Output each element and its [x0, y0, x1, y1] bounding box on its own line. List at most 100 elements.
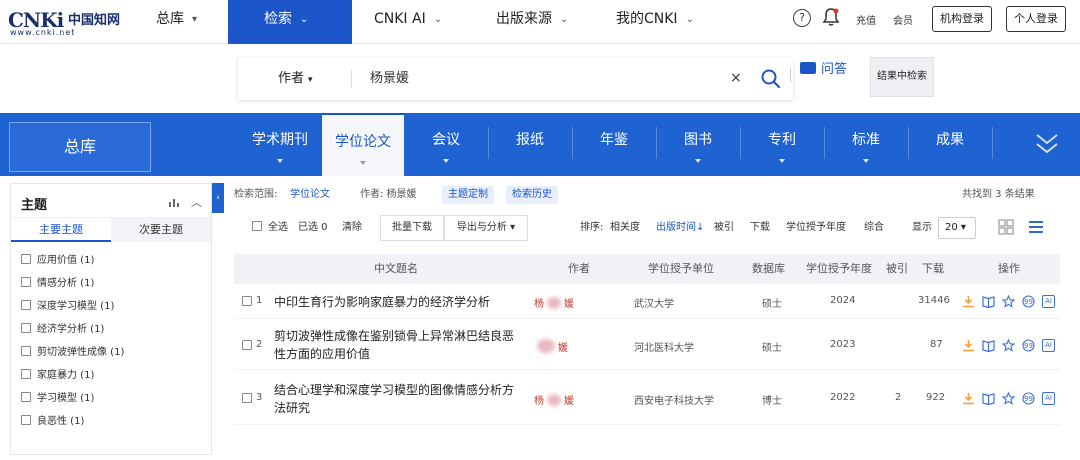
nav-item-cnki-ai[interactable]: CNKI AI ⌄ [374, 0, 442, 44]
star-icon[interactable] [1002, 339, 1015, 352]
row-checkbox[interactable] [242, 296, 252, 306]
checkbox[interactable] [21, 323, 31, 333]
paper-title-link[interactable]: 中印生育行为影响家庭暴力的经济学分析 [274, 293, 524, 311]
quote-icon[interactable]: 99 [1022, 339, 1035, 352]
quote-icon[interactable]: 99 [1022, 392, 1035, 405]
nav-item-search[interactable]: 检索 ⌄ [228, 0, 352, 44]
db-tab-achievements[interactable]: 成果 [908, 113, 992, 176]
checkbox[interactable] [21, 346, 31, 356]
db-tab-newspapers[interactable]: 报纸 [488, 113, 572, 176]
db-tab-dissertations[interactable]: 学位论文 [322, 113, 404, 176]
degree-unit[interactable]: 武汉大学 [634, 295, 674, 310]
db-tab-books[interactable]: 图书 [656, 113, 740, 176]
topic-item[interactable]: 良恶性 (1) [21, 413, 84, 431]
degree-unit[interactable]: 河北医科大学 [634, 339, 694, 354]
list-view-icon[interactable] [1028, 219, 1044, 235]
svg-text:99: 99 [1024, 298, 1033, 306]
topic-item[interactable]: 剪切波弹性成像 (1) [21, 344, 124, 362]
help-icon[interactable]: ? [793, 9, 811, 27]
select-all-checkbox[interactable]: 全选 [252, 215, 288, 241]
checkbox[interactable] [21, 277, 31, 287]
nav-item-all-db[interactable]: 总库 ▾ [156, 0, 197, 44]
row-checkbox[interactable] [242, 340, 252, 350]
db-tab-yearbooks[interactable]: 年鉴 [572, 113, 656, 176]
read-book-icon[interactable] [982, 339, 995, 352]
paper-title-link[interactable]: 结合心理学和深度学习模型的图像情感分析方法研究 [274, 381, 524, 417]
org-login-button[interactable]: 机构登录 [932, 6, 992, 32]
checkbox[interactable] [21, 392, 31, 402]
search-history-chip[interactable]: 检索历史 [506, 186, 558, 204]
search-field-select[interactable]: 作者 ▾ [278, 58, 313, 101]
cited-count[interactable]: 2 [895, 392, 901, 403]
author-name[interactable]: 杨媛 [534, 295, 574, 310]
caret-down-icon [443, 159, 449, 163]
ai-icon[interactable]: AI [1042, 295, 1055, 308]
sort-cited[interactable]: 被引 [714, 215, 734, 241]
bell-icon[interactable] [822, 7, 840, 27]
db-tab-patents[interactable]: 专利 [740, 113, 824, 176]
scope-value[interactable]: 学位论文 [290, 186, 330, 204]
personal-login-button[interactable]: 个人登录 [1006, 6, 1066, 32]
read-book-icon[interactable] [982, 392, 995, 405]
db-tab-journals[interactable]: 学术期刊 [238, 113, 322, 176]
db-tab-standards[interactable]: 标准 [824, 113, 908, 176]
degree-unit[interactable]: 西安电子科技大学 [634, 392, 714, 407]
sort-publish-time[interactable]: 出版时间↓ [656, 215, 704, 241]
checkbox[interactable] [252, 221, 262, 231]
star-icon[interactable] [1002, 295, 1015, 308]
download-icon[interactable] [962, 339, 975, 352]
double-chevron-down-icon[interactable] [1034, 129, 1060, 159]
nav-item-my-cnki[interactable]: 我的CNKI ⌄ [616, 0, 694, 44]
checkbox[interactable] [21, 415, 31, 425]
checkbox[interactable] [21, 300, 31, 310]
member-link[interactable]: 会员 [893, 12, 913, 27]
db-tab-conferences[interactable]: 会议 [404, 113, 488, 176]
topic-item[interactable]: 经济学分析 (1) [21, 321, 104, 339]
topic-item[interactable]: 深度学习模型 (1) [21, 298, 114, 316]
topic-label: 经济学分析 (1) [37, 324, 105, 335]
recharge-link[interactable]: 充值 [856, 12, 876, 27]
nav-item-publication-source[interactable]: 出版来源 ⌄ [496, 0, 568, 44]
download-icon[interactable] [962, 295, 975, 308]
topic-item[interactable]: 应用价值 (1) [21, 252, 94, 270]
batch-download-button[interactable]: 批量下载 [380, 215, 444, 241]
export-analysis-button[interactable]: 导出与分析 ▾ [444, 215, 528, 241]
row-checkbox[interactable] [242, 393, 252, 403]
paper-title-link[interactable]: 剪切波弹性成像在鉴别锁骨上异常淋巴结良恶性方面的应用价值 [274, 327, 524, 363]
author-name[interactable]: 杨媛 [534, 392, 574, 407]
topic-item[interactable]: 家庭暴力 (1) [21, 367, 94, 385]
topic-custom-chip[interactable]: 主题定制 [442, 186, 494, 204]
db-tab-all[interactable]: 总库 [9, 122, 151, 172]
clear-selection-link[interactable]: 清除 [342, 215, 362, 241]
clear-icon[interactable]: × [730, 70, 742, 86]
result-table-header: 中文题名 作者 学位授予单位 数据库 学位授予年度 被引 下载 操作 [234, 254, 1060, 284]
cnki-logo[interactable]: CNKi 中国知网 www.cnki.net [8, 6, 126, 38]
sort-relevance[interactable]: 相关度 [610, 215, 640, 241]
quote-icon[interactable]: 99 [1022, 295, 1035, 308]
topic-label: 剪切波弹性成像 (1) [37, 347, 125, 358]
collapse-up-icon[interactable]: ︿ [191, 194, 202, 210]
sort-downloads[interactable]: 下载 [750, 215, 770, 241]
qa-button[interactable]: 问答 [800, 58, 847, 82]
author-name[interactable]: 媛 [534, 339, 568, 354]
sort-composite[interactable]: 综合 [864, 215, 884, 241]
topic-item[interactable]: 情感分析 (1) [21, 275, 94, 293]
page-size-select[interactable]: 20 ▾ [938, 217, 976, 239]
search-input[interactable] [370, 58, 710, 100]
topic-item[interactable]: 学习模型 (1) [21, 390, 94, 408]
tab-main-topic[interactable]: 主要主题 [11, 218, 111, 242]
collapse-panel-button[interactable]: ‹ [212, 183, 224, 213]
checkbox[interactable] [21, 369, 31, 379]
search-in-results-button[interactable]: 结果中检索 [870, 57, 934, 97]
ai-icon[interactable]: AI [1042, 339, 1055, 352]
star-icon[interactable] [1002, 392, 1015, 405]
tab-secondary-topic[interactable]: 次要主题 [111, 218, 211, 242]
sort-degree-year[interactable]: 学位授予年度 [786, 215, 846, 241]
checkbox[interactable] [21, 254, 31, 264]
ai-icon[interactable]: AI [1042, 392, 1055, 405]
search-icon[interactable] [760, 68, 782, 90]
download-icon[interactable] [962, 392, 975, 405]
read-book-icon[interactable] [982, 295, 995, 308]
grid-view-icon[interactable] [998, 219, 1014, 235]
bar-chart-icon[interactable] [169, 197, 181, 207]
